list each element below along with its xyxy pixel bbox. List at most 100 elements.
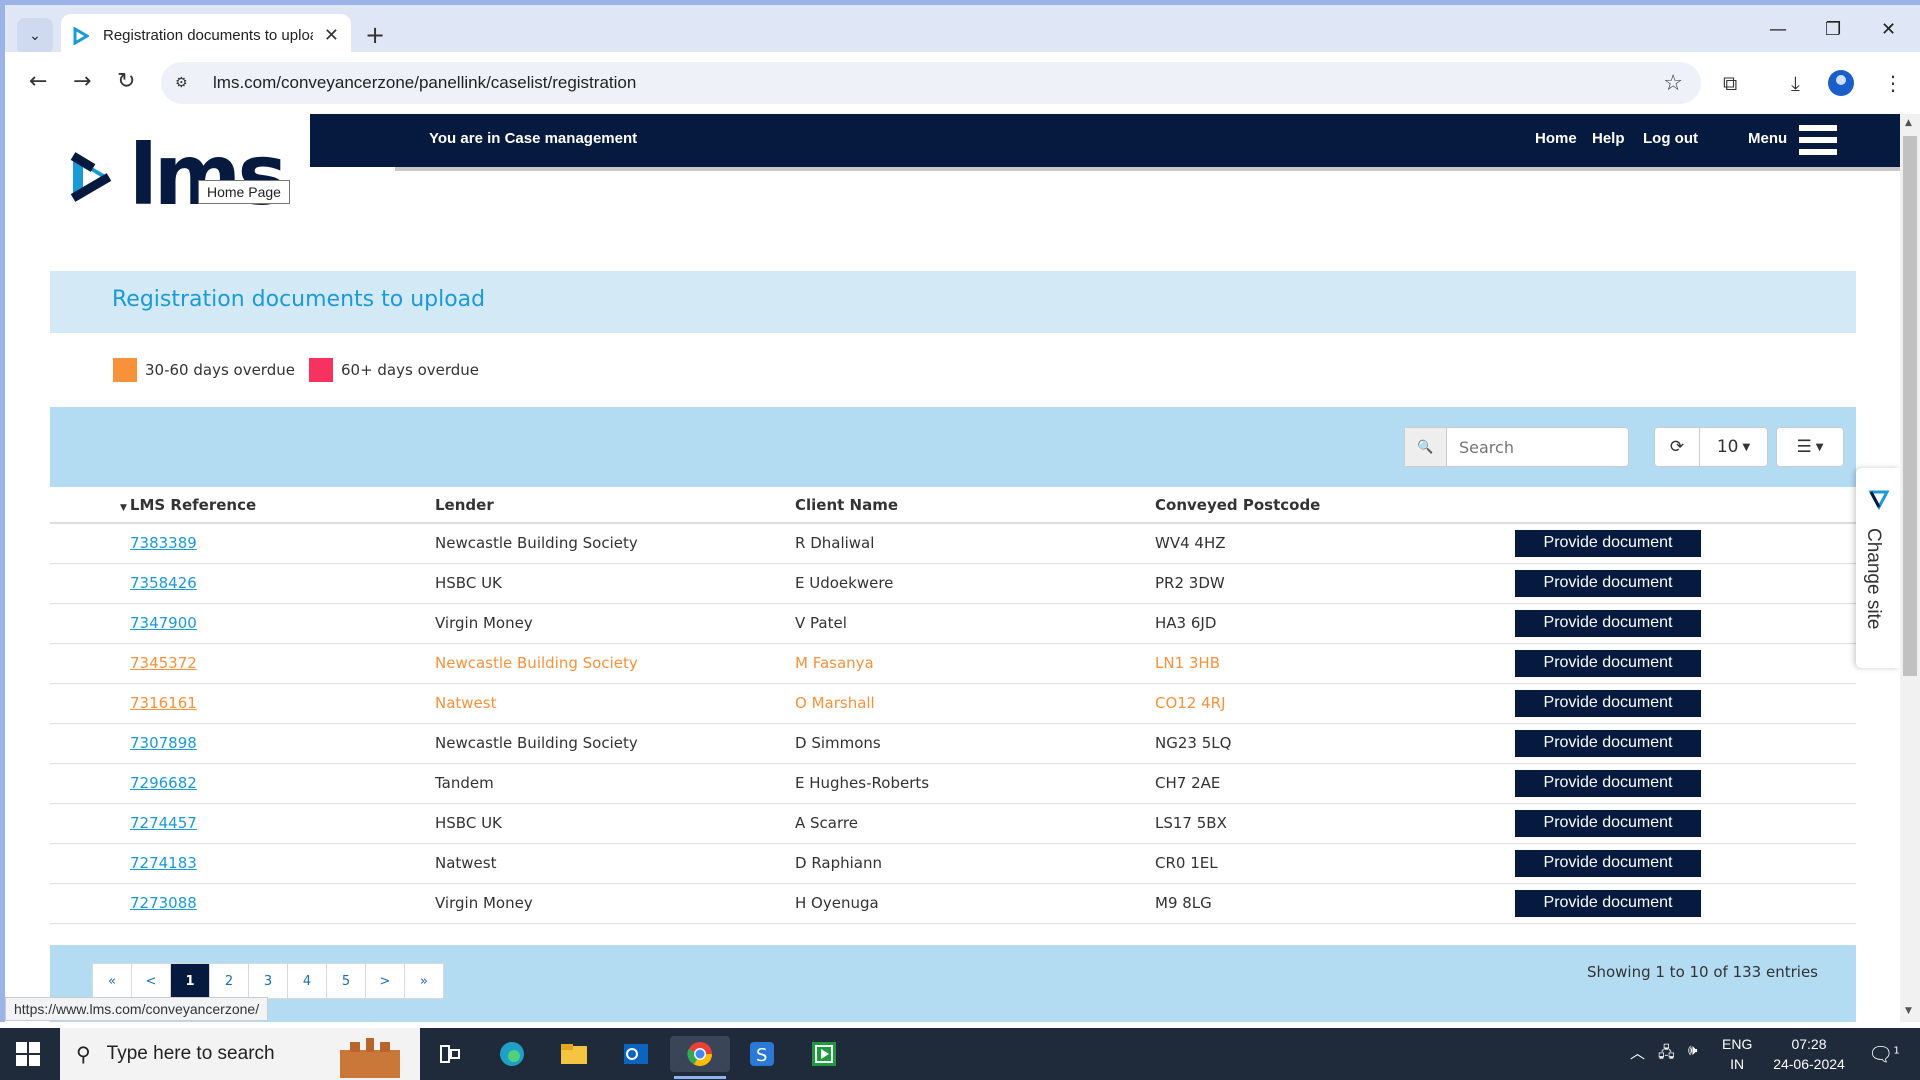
provide-document-button[interactable]: Provide document — [1515, 769, 1701, 797]
provide-document-button[interactable]: Provide document — [1515, 649, 1701, 677]
lms-reference-link[interactable]: 7383389 — [130, 534, 197, 552]
tab-title: Registration documents to upload — [103, 27, 313, 44]
pagination-page-3[interactable]: 3 — [248, 963, 288, 999]
client-name-cell: A Scarre — [795, 803, 1155, 844]
close-window-icon[interactable]: ✕ — [1881, 19, 1896, 40]
provide-document-button[interactable]: Provide document — [1515, 809, 1701, 837]
taskbar-clock[interactable]: 07:28 24-06-2024 — [1766, 1034, 1852, 1074]
change-site-tab[interactable]: Change site — [1856, 468, 1900, 668]
address-bar[interactable]: ⚙ lms.com/conveyancerzone/panellink/case… — [161, 62, 1701, 104]
task-view-icon[interactable] — [432, 1036, 468, 1072]
browser-tab-strip: ⌄ Registration documents to upload ✕ + —… — [0, 0, 1920, 57]
home-page-tooltip: Home Page — [198, 180, 290, 204]
lms-reference-link[interactable]: 7274183 — [130, 854, 197, 872]
column-header-postcode[interactable]: Conveyed Postcode — [1155, 487, 1515, 524]
pagination-page-4[interactable]: 4 — [287, 963, 327, 999]
edge-icon[interactable] — [494, 1036, 530, 1072]
reload-icon[interactable]: ↻ — [117, 69, 135, 94]
table-toolbar: 🔍 ⟳ 10 ▼ ☰▼ — [50, 407, 1856, 487]
postcode-cell: CR0 1EL — [1155, 843, 1515, 884]
restore-icon[interactable]: ❐ — [1825, 19, 1841, 40]
provide-document-button[interactable]: Provide document — [1515, 729, 1701, 757]
nav-menu-label[interactable]: Menu — [1748, 130, 1787, 147]
minimize-icon[interactable]: — — [1769, 19, 1787, 40]
taskbar-search[interactable]: ⚲ Type here to search — [60, 1028, 420, 1080]
page-size-dropdown[interactable]: 10 ▼ — [1699, 428, 1767, 466]
pagination-next[interactable]: > — [365, 963, 405, 999]
lms-reference-link[interactable]: 7347900 — [130, 614, 197, 632]
provide-document-button[interactable]: Provide document — [1515, 529, 1701, 557]
tray-chevron-up-icon[interactable]: ︿ — [1630, 1042, 1645, 1063]
tab-search-button[interactable]: ⌄ — [17, 18, 53, 54]
bookmark-star-icon[interactable]: ☆ — [1663, 71, 1683, 96]
back-icon[interactable]: ← — [29, 69, 47, 94]
scroll-down-icon[interactable]: ▼ — [1905, 1006, 1912, 1016]
table-row: 7316161 Natwest O Marshall CO12 4RJ Prov… — [50, 683, 1856, 724]
pagination-page-2[interactable]: 2 — [209, 963, 249, 999]
column-header-lender[interactable]: Lender — [435, 487, 795, 524]
table-row: 7383389 Newcastle Building Society R Dha… — [50, 523, 1856, 564]
provide-document-button[interactable]: Provide document — [1515, 849, 1701, 877]
page-scrollbar[interactable]: ▲ ▼ — [1900, 114, 1920, 1022]
client-name-cell: E Hughes-Roberts — [795, 763, 1155, 804]
lms-reference-link[interactable]: 7273088 — [130, 894, 197, 912]
lms-reference-link[interactable]: 7345372 — [130, 654, 197, 672]
postcode-cell: CO12 4RJ — [1155, 683, 1515, 724]
location-text: You are in Case management — [429, 130, 638, 147]
notification-center-icon[interactable]: 🗨1 — [1868, 1042, 1900, 1066]
network-icon[interactable]: 🖧 — [1658, 1042, 1675, 1067]
download-icon[interactable]: ⤓ — [1791, 71, 1800, 95]
outlook-icon[interactable] — [618, 1036, 654, 1072]
overdue-legend: 30-60 days overdue 60+ days overdue — [113, 358, 479, 382]
taskbar-search-text: Type here to search — [106, 1043, 275, 1064]
media-app-icon[interactable] — [806, 1036, 842, 1072]
chrome-icon[interactable] — [670, 1036, 730, 1072]
pagination-page-5[interactable]: 5 — [326, 963, 366, 999]
refresh-icon[interactable]: ⟳ — [1655, 428, 1699, 466]
lms-reference-link[interactable]: 7274457 — [130, 814, 197, 832]
search-icon: ⚲ — [76, 1042, 91, 1066]
skype-like-app-icon[interactable]: S — [744, 1036, 780, 1072]
provide-document-button[interactable]: Provide document — [1515, 689, 1701, 717]
pagination-page-1[interactable]: 1 — [170, 963, 210, 999]
profile-avatar[interactable] — [1828, 70, 1854, 96]
nav-home-link[interactable]: Home — [1535, 130, 1577, 147]
new-tab-icon[interactable]: + — [365, 21, 385, 49]
site-info-icon[interactable]: ⚙ — [175, 75, 193, 91]
column-list-icon[interactable]: ☰ ▼ — [1777, 428, 1843, 466]
input-language[interactable]: ENG IN — [1722, 1034, 1752, 1074]
browser-tab[interactable]: Registration documents to upload ✕ — [61, 14, 351, 57]
page-viewport: You are in Case management Home Help Log… — [0, 114, 1920, 1022]
lms-logo[interactable]: lms — [67, 136, 287, 216]
nav-logout-link[interactable]: Log out — [1643, 130, 1698, 147]
column-header-lms-reference[interactable]: ▼ LMS Reference — [50, 487, 435, 524]
search-input[interactable] — [1447, 428, 1627, 466]
scroll-thumb[interactable] — [1903, 136, 1917, 676]
column-header-client-name[interactable]: Client Name — [795, 487, 1155, 524]
pagination-first[interactable]: « — [92, 963, 132, 999]
extensions-icon[interactable]: ⧉ — [1723, 71, 1737, 95]
client-name-cell: E Udoekwere — [795, 563, 1155, 604]
client-name-cell: H Oyenuga — [795, 883, 1155, 924]
lms-reference-link[interactable]: 7358426 — [130, 574, 197, 592]
close-tab-icon[interactable]: ✕ — [324, 25, 339, 46]
file-explorer-icon[interactable] — [556, 1036, 592, 1072]
volume-icon[interactable]: 🕪 — [1688, 1042, 1697, 1059]
hamburger-menu-icon[interactable] — [1799, 125, 1837, 155]
scroll-up-icon[interactable]: ▲ — [1905, 118, 1912, 128]
table-row: 7345372 Newcastle Building Society M Fas… — [50, 643, 1856, 684]
provide-document-button[interactable]: Provide document — [1515, 569, 1701, 597]
provide-document-button[interactable]: Provide document — [1515, 609, 1701, 637]
lms-reference-link[interactable]: 7307898 — [130, 734, 197, 752]
provide-document-button[interactable]: Provide document — [1515, 889, 1701, 917]
pagination: « < 1 2 3 4 5 > » — [92, 963, 444, 999]
pagination-last[interactable]: » — [404, 963, 444, 999]
lms-reference-link[interactable]: 7296682 — [130, 774, 197, 792]
forward-icon[interactable]: → — [73, 69, 91, 94]
more-options-icon[interactable]: ⋮ — [1883, 71, 1903, 95]
search-icon[interactable]: 🔍 — [1405, 428, 1447, 466]
pagination-prev[interactable]: < — [131, 963, 171, 999]
nav-help-link[interactable]: Help — [1592, 130, 1625, 147]
windows-start-icon[interactable] — [16, 1042, 40, 1066]
lms-reference-link[interactable]: 7316161 — [130, 694, 197, 712]
